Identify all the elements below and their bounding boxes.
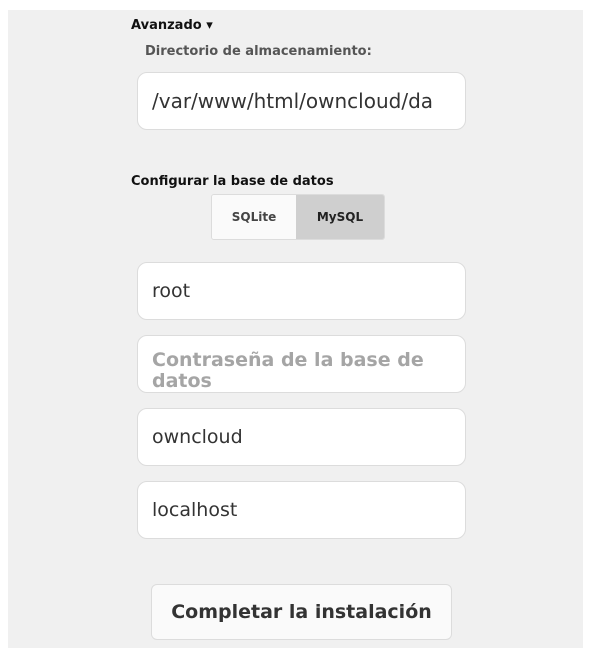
database-config-heading: Configurar la base de datos — [131, 174, 334, 189]
database-password-input[interactable]: Contraseña de la base de datos — [137, 335, 466, 393]
advanced-toggle[interactable]: Avanzado ▾ — [131, 18, 213, 33]
database-user-input[interactable]: root — [137, 262, 466, 320]
complete-installation-button[interactable]: Completar la instalación — [151, 584, 452, 640]
sqlite-option[interactable]: SQLite — [212, 195, 296, 239]
mysql-option[interactable]: MySQL — [296, 195, 384, 239]
database-type-switch: SQLite MySQL — [211, 194, 385, 240]
data-directory-input[interactable]: /var/www/html/owncloud/da — [137, 72, 466, 130]
database-host-input[interactable]: localhost — [137, 481, 466, 539]
storage-directory-label: Directorio de almacenamiento: — [145, 44, 372, 59]
installer-page: Avanzado ▾ Directorio de almacenamiento:… — [0, 0, 590, 648]
database-name-input[interactable]: owncloud — [137, 408, 466, 466]
